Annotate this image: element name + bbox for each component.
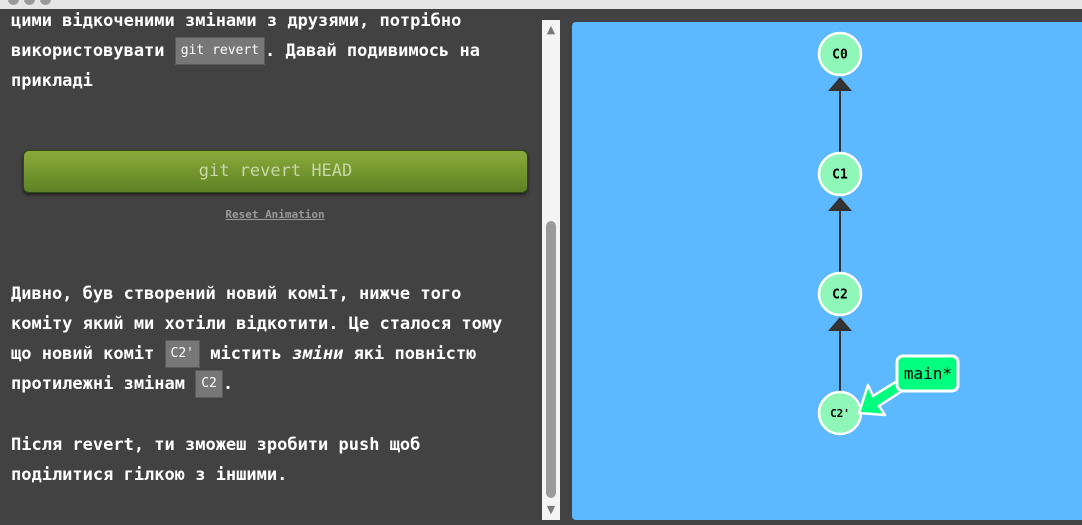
window-top-bar <box>0 0 1082 9</box>
explanation-text: містить <box>200 344 293 364</box>
commit-label: C1 <box>832 168 848 183</box>
intro-line: цими відкоченими змінами з друзями, потр… <box>11 11 462 31</box>
code-git-revert: git revert <box>174 37 266 65</box>
explanation-line: протилежні змінам C2. <box>11 369 541 399</box>
outro-paragraph: Після revert, ти зможеш зробити push щоб… <box>11 430 541 490</box>
edge-arrow-icon <box>828 197 852 211</box>
code-c2: C2 <box>195 370 223 398</box>
reset-animation-link[interactable]: Reset Animation <box>0 208 542 221</box>
branch-name: main* <box>904 364 952 383</box>
scroll-down-icon[interactable]: ▼ <box>542 502 560 518</box>
explanation-line: коміту який ми хотіли відкотити. Це стал… <box>11 314 503 334</box>
explanation-line: Дивно, був створений новий коміт, нижче … <box>11 284 462 304</box>
code-c2-prime: C2' <box>164 340 201 368</box>
commit-node-c0[interactable]: C0 <box>817 31 863 77</box>
intro-text: . Давай подивимось на <box>265 41 480 61</box>
explanation-text: протилежні змінам <box>11 374 196 394</box>
scroll-up-icon[interactable]: ▲ <box>542 22 560 38</box>
window-control-icon[interactable] <box>8 0 19 5</box>
emphasis-text: зміни <box>292 344 344 364</box>
commit-label: C2 <box>832 288 848 303</box>
commit-edges <box>828 77 852 391</box>
intro-paragraph: цими відкоченими змінами з друзями, потр… <box>11 9 541 96</box>
window-control-icon[interactable] <box>24 0 35 5</box>
branch-label-main[interactable]: main* <box>895 354 960 393</box>
explanation-line: що новий коміт C2' містить зміни які пов… <box>11 339 541 369</box>
commit-node-c2-prime[interactable]: C2' <box>817 390 863 436</box>
outro-line: поділитися гілкою з іншими. <box>11 465 288 485</box>
edge-arrow-icon <box>828 77 852 91</box>
lesson-scrollbar[interactable]: ▲ ▼ <box>542 20 560 520</box>
intro-text: використовувати <box>11 41 175 61</box>
commit-label: C2' <box>830 407 850 420</box>
intro-line: використовувати git revert. Давай подиви… <box>11 36 541 66</box>
explanation-paragraph: Дивно, був створений новий коміт, нижче … <box>11 279 541 399</box>
commit-node-c2[interactable]: C2 <box>817 271 863 317</box>
explanation-text: які повністю <box>343 344 477 364</box>
window-control-icon[interactable] <box>40 0 51 5</box>
explanation-text: . <box>222 374 234 394</box>
git-revert-head-button[interactable]: git revert HEAD <box>23 150 528 193</box>
git-graph-canvas: C0 C1 C2 C2' main* <box>572 22 1082 520</box>
scrollbar-thumb[interactable] <box>546 221 556 498</box>
lesson-panel: цими відкоченими змінами з друзями, потр… <box>0 9 542 525</box>
intro-line: прикладі <box>11 71 93 91</box>
commit-label: C0 <box>832 48 848 63</box>
explanation-text: що новий коміт <box>11 344 165 364</box>
commit-node-c1[interactable]: C1 <box>817 151 863 197</box>
outro-line: Після revert, ти зможеш зробити push щоб <box>11 435 421 455</box>
edge-arrow-icon <box>828 317 852 331</box>
